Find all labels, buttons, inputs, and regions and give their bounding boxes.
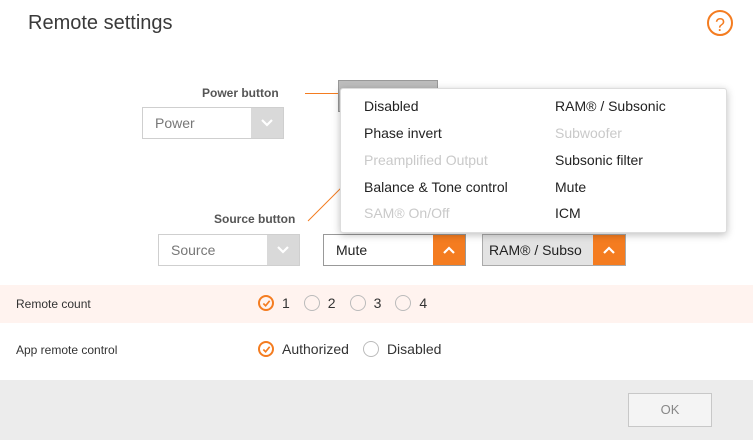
radio-empty-icon	[362, 341, 379, 357]
radio-checked-icon	[258, 295, 274, 311]
radio-label: 2	[327, 295, 336, 311]
remote-count-row: Remote count 1 2 3 4	[0, 285, 753, 323]
radio-empty-icon	[395, 295, 412, 311]
remote-count-option-4[interactable]: 4	[395, 295, 427, 311]
menu-item-mute[interactable]: Mute	[555, 179, 586, 195]
radio-checked-icon	[258, 341, 274, 357]
menu-item-phase-invert[interactable]: Phase invert	[364, 125, 442, 141]
radio-empty-icon	[303, 295, 320, 311]
menu-item-balance-tone[interactable]: Balance & Tone control	[364, 179, 508, 195]
power-select-value: Power	[155, 115, 195, 131]
remote-count-option-1[interactable]: 1	[258, 295, 290, 311]
source-select[interactable]: Source	[158, 234, 300, 266]
app-remote-option-authorized[interactable]: Authorized	[258, 341, 349, 357]
chevron-down-icon	[267, 235, 299, 265]
menu-item-disabled[interactable]: Disabled	[364, 98, 418, 114]
app-remote-radios: Authorized Disabled	[258, 341, 455, 357]
help-icon[interactable]: ?	[707, 10, 733, 36]
app-remote-row: App remote control Authorized Disabled	[0, 331, 753, 369]
remote-count-option-3[interactable]: 3	[349, 295, 382, 311]
app-remote-option-disabled[interactable]: Disabled	[362, 341, 442, 357]
menu-item-icm[interactable]: ICM	[555, 205, 581, 221]
menu-item-subwoofer: Subwoofer	[555, 125, 622, 141]
page-title: Remote settings	[28, 12, 173, 34]
radio-empty-icon	[349, 295, 366, 311]
ok-button[interactable]: OK	[628, 393, 712, 427]
source-action-select[interactable]: Mute	[323, 234, 466, 266]
remote-count-option-2[interactable]: 2	[303, 295, 336, 311]
power-select[interactable]: Power	[142, 107, 284, 139]
radio-label: Disabled	[386, 341, 442, 357]
menu-item-ram-subsonic[interactable]: RAM® / Subsonic	[555, 98, 666, 114]
app-remote-label: App remote control	[16, 343, 118, 357]
radio-label: 1	[282, 295, 290, 311]
chevron-up-icon	[593, 235, 625, 265]
menu-item-subsonic-filter[interactable]: Subsonic filter	[555, 152, 643, 168]
source-action-value: Mute	[336, 242, 368, 258]
source-secondary-value: RAM® / Subso	[489, 242, 582, 258]
menu-item-sam: SAM® On/Off	[364, 205, 450, 221]
power-button-label: Power button	[202, 86, 279, 100]
source-button-label: Source button	[214, 212, 296, 226]
radio-label: 3	[373, 295, 382, 311]
source-select-value: Source	[171, 242, 216, 258]
source-secondary-select[interactable]: RAM® / Subso	[482, 234, 626, 266]
remote-count-radios: 1 2 3 4	[258, 295, 441, 311]
radio-label: 4	[419, 295, 428, 311]
chevron-down-icon	[251, 108, 283, 138]
remote-count-label: Remote count	[16, 297, 91, 311]
action-dropdown-menu: Disabled Phase invert Preamplified Outpu…	[340, 88, 727, 233]
chevron-up-icon	[433, 235, 465, 265]
menu-item-preamplified-output: Preamplified Output	[364, 152, 488, 168]
radio-label: Authorized	[282, 341, 349, 357]
